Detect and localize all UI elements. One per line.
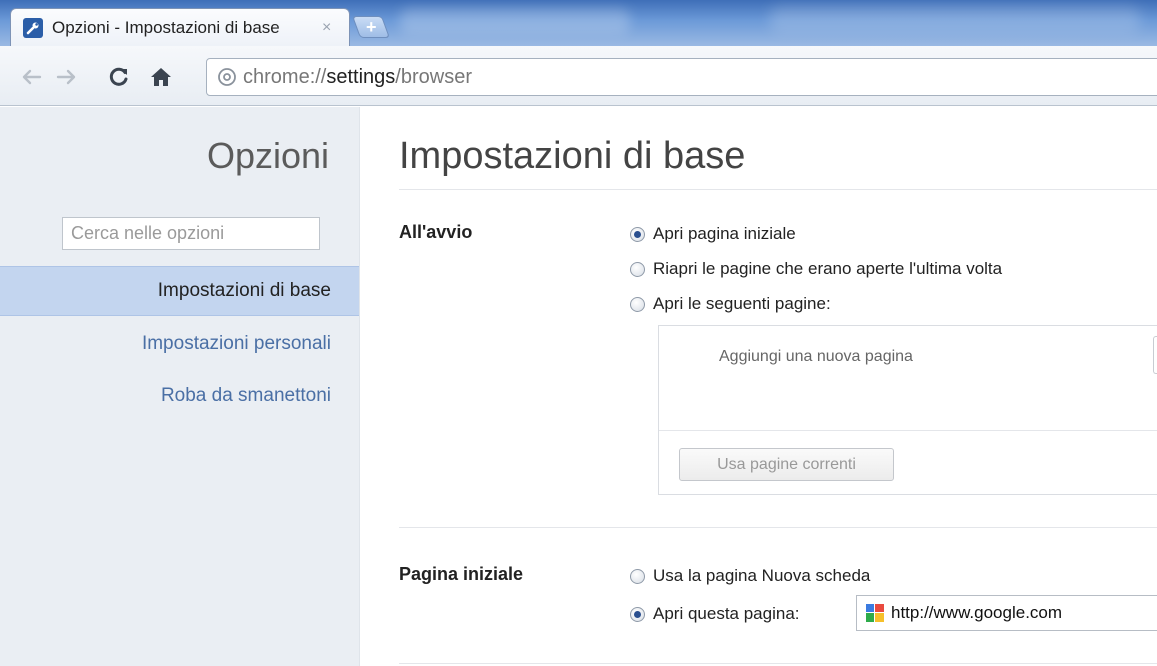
- page-icon: [217, 67, 237, 87]
- url-scheme: chrome://: [243, 65, 327, 88]
- startup-option-pages[interactable]: Apri le seguenti pagine:: [630, 294, 831, 314]
- back-arrow-icon: [22, 69, 42, 85]
- browser-toolbar: chrome://settings/browser: [0, 46, 1157, 106]
- startup-option-homepage[interactable]: Apri pagina iniziale: [630, 224, 796, 244]
- radio-button[interactable]: [630, 606, 645, 622]
- plus-icon: +: [365, 17, 377, 37]
- page-title: Impostazioni di base: [399, 135, 746, 177]
- use-current-pages-button[interactable]: Usa pagine correnti: [679, 448, 894, 481]
- add-page-placeholder[interactable]: Aggiungi una nuova pagina: [719, 348, 913, 366]
- tab-strip: Opzioni - Impostazioni di base × +: [0, 0, 1157, 46]
- startup-pages-list: Aggiungi una nuova pagina Usa pagine cor…: [658, 325, 1157, 495]
- home-button[interactable]: [146, 64, 176, 90]
- address-url: chrome://settings/browser: [243, 66, 472, 89]
- homepage-url-field[interactable]: [856, 595, 1157, 631]
- forward-button[interactable]: [54, 64, 80, 90]
- search-input[interactable]: [62, 217, 320, 250]
- homepage-label: Pagina iniziale: [399, 564, 524, 584]
- url-host: settings: [326, 65, 396, 88]
- home-icon: [151, 68, 171, 86]
- close-icon[interactable]: ×: [322, 19, 331, 37]
- google-icon: [866, 604, 884, 622]
- homepage-option-new-tab[interactable]: Usa la pagina Nuova scheda: [630, 566, 870, 586]
- divider: [399, 527, 1157, 528]
- new-tab-button[interactable]: +: [351, 16, 391, 38]
- divider: [399, 189, 1157, 190]
- startup-option-restore[interactable]: Riapri le pagine che erano aperte l'ulti…: [630, 259, 1002, 279]
- wrench-icon: [23, 17, 43, 38]
- reload-button[interactable]: [106, 64, 132, 90]
- radio-label: Apri le seguenti pagine:: [653, 294, 831, 313]
- address-bar[interactable]: chrome://settings/browser: [206, 58, 1157, 96]
- radio-button[interactable]: [630, 568, 645, 584]
- url-path: /browser: [395, 65, 472, 88]
- sidebar-item-impostazioni-di-base[interactable]: Impostazioni di base: [0, 266, 359, 316]
- page-input-edge[interactable]: [1153, 336, 1157, 374]
- radio-button[interactable]: [630, 226, 645, 242]
- radio-label: Riapri le pagine che erano aperte l'ulti…: [653, 259, 1003, 278]
- divider: [399, 663, 1157, 664]
- reload-icon: [109, 67, 128, 86]
- radio-label: Apri questa pagina:: [653, 604, 800, 623]
- radio-label: Usa la pagina Nuova scheda: [653, 566, 871, 585]
- sidebar-item-impostazioni-personali[interactable]: Impostazioni personali: [142, 333, 331, 355]
- homepage-option-open-page[interactable]: Apri questa pagina:: [630, 604, 800, 624]
- settings-sidebar: Opzioni Impostazioni di base Impostazion…: [0, 107, 360, 666]
- settings-main: Impostazioni di base All'avvio Apri pagi…: [361, 107, 1157, 666]
- homepage-url-input[interactable]: [891, 603, 1151, 623]
- radio-button[interactable]: [630, 261, 645, 277]
- back-button[interactable]: [18, 64, 44, 90]
- blurred-background: [400, 8, 630, 34]
- sidebar-title: Opzioni: [206, 135, 329, 176]
- sidebar-item-roba-da-smanettoni[interactable]: Roba da smanettoni: [161, 385, 331, 407]
- blurred-background: [770, 6, 1140, 32]
- tab-title: Opzioni - Impostazioni di base: [52, 17, 280, 37]
- radio-button[interactable]: [630, 296, 645, 312]
- radio-label: Apri pagina iniziale: [653, 224, 796, 243]
- forward-arrow-icon: [56, 69, 76, 85]
- startup-label: All'avvio: [399, 222, 473, 242]
- browser-tab[interactable]: Opzioni - Impostazioni di base ×: [10, 8, 350, 46]
- divider: [659, 430, 1157, 431]
